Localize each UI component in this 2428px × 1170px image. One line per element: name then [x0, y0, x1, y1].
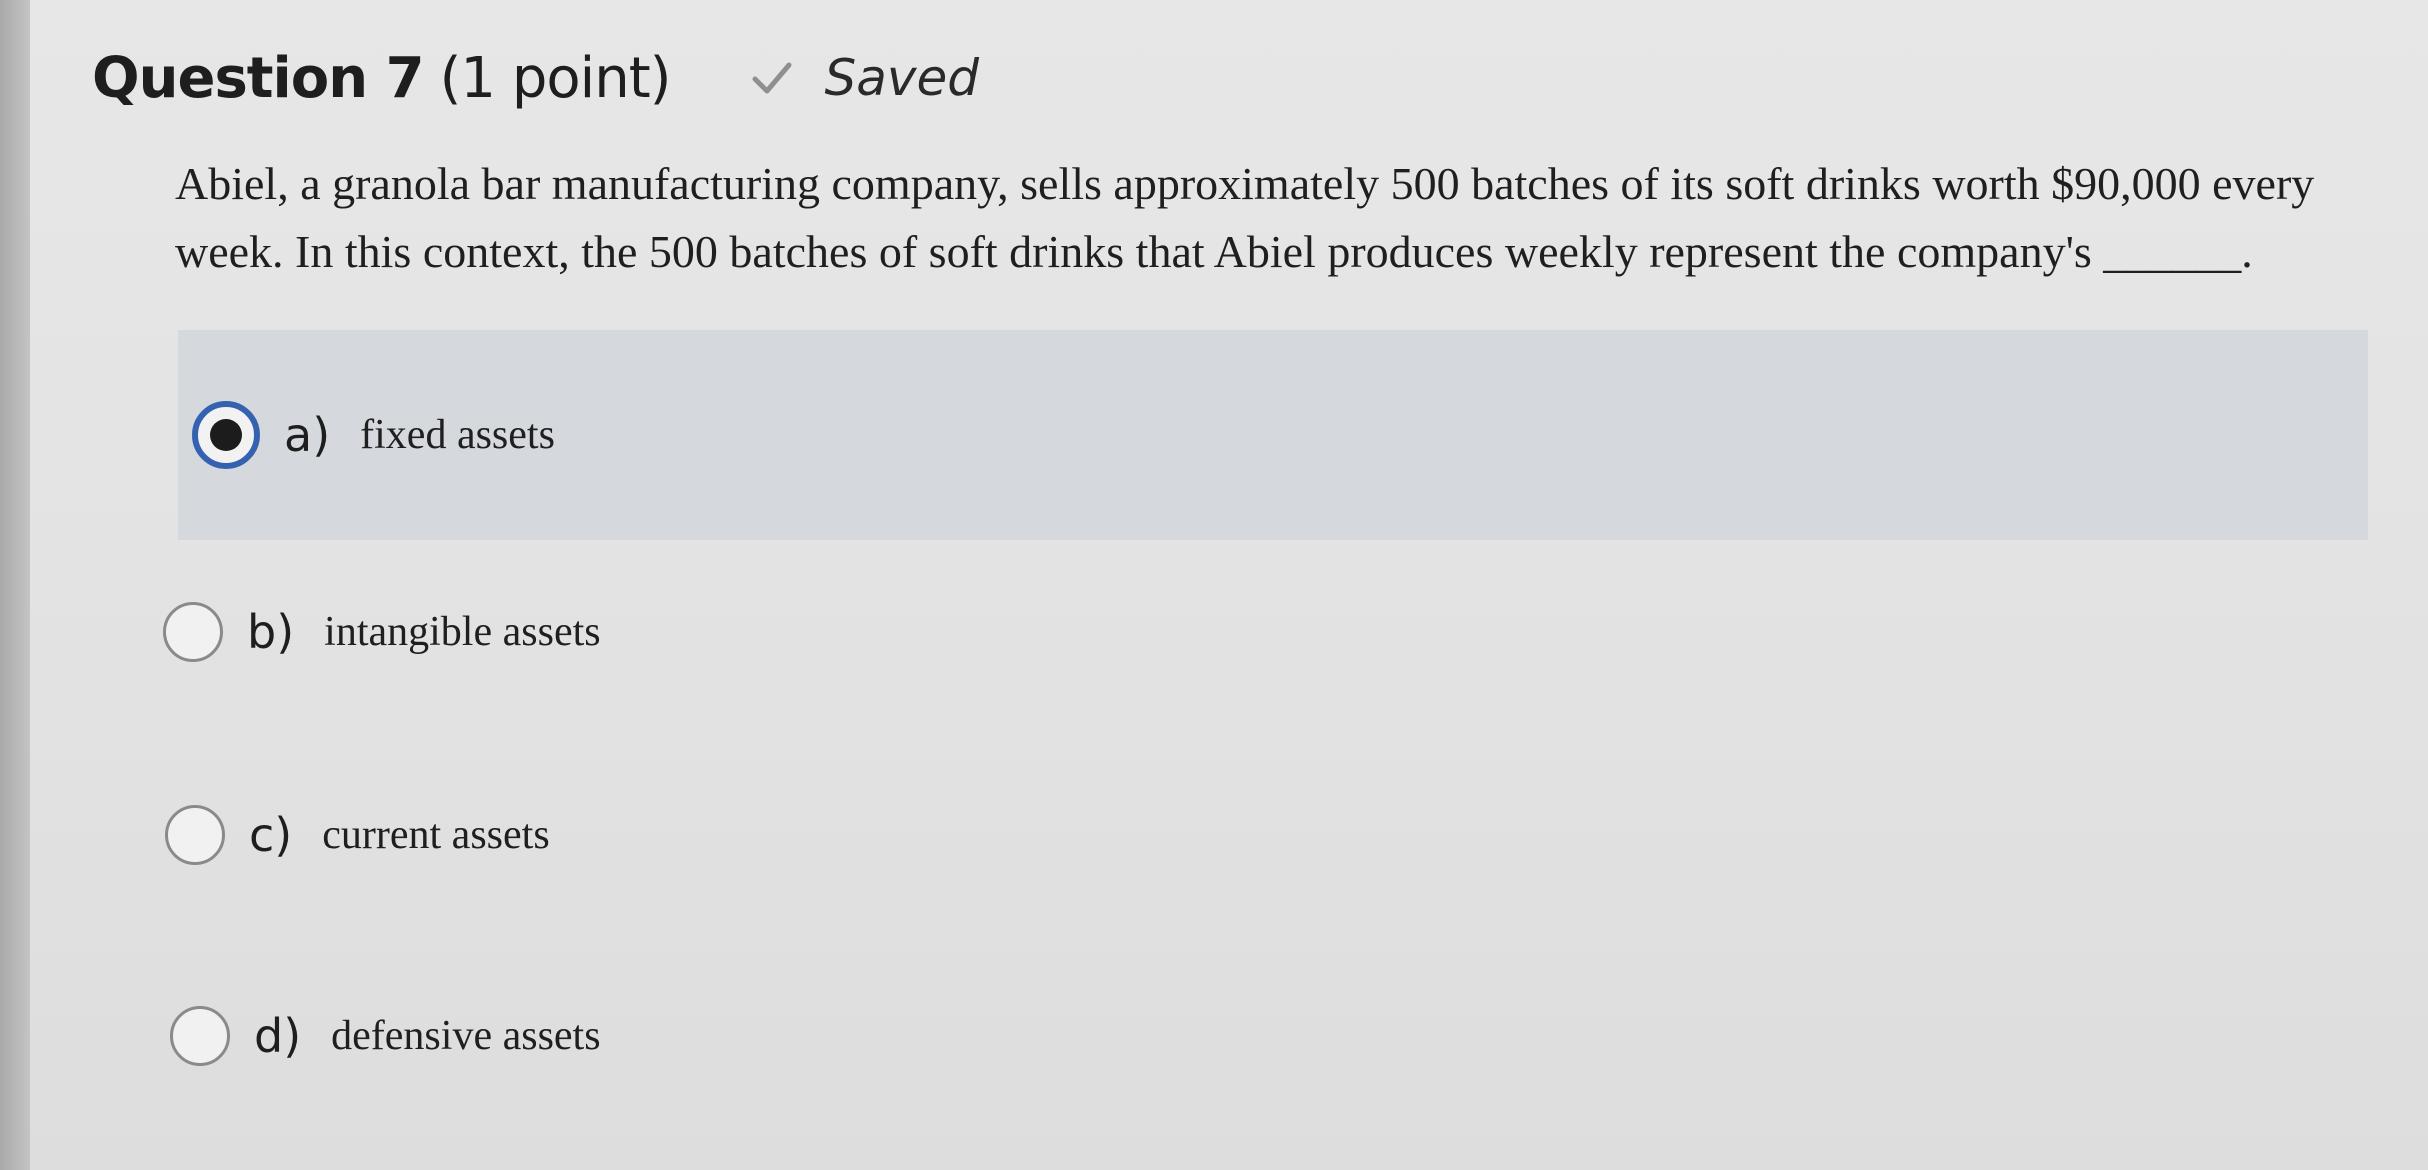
- option-letter: d): [254, 1009, 302, 1063]
- option-label[interactable]: intangible assets: [324, 608, 600, 656]
- radio-button[interactable]: [165, 805, 225, 865]
- option-letter: a): [284, 408, 331, 462]
- option-label[interactable]: defensive assets: [331, 1012, 600, 1060]
- option-letter: b): [247, 605, 295, 659]
- option-label[interactable]: current assets: [322, 811, 549, 859]
- option-b[interactable]: b) intangible assets: [163, 602, 601, 662]
- question-page: Question 7 (1 point) Saved Abiel, a gran…: [30, 0, 2428, 1170]
- saved-label: Saved: [824, 49, 979, 107]
- option-label[interactable]: fixed assets: [360, 411, 555, 459]
- check-icon: [752, 62, 792, 94]
- saved-status: Saved: [749, 49, 979, 107]
- option-d[interactable]: d) defensive assets: [170, 1006, 601, 1066]
- radio-button[interactable]: [170, 1006, 230, 1066]
- radio-button[interactable]: [163, 602, 223, 662]
- option-letter: c): [249, 808, 293, 862]
- option-a[interactable]: a) fixed assets: [178, 330, 2368, 540]
- question-title: Question 7: [92, 45, 425, 111]
- left-edge-strip: [0, 0, 30, 1170]
- option-c[interactable]: c) current assets: [165, 805, 550, 865]
- radio-button-selected[interactable]: [192, 401, 260, 469]
- question-prompt: Abiel, a granola bar manufacturing compa…: [175, 158, 2315, 277]
- radio-dot-icon: [210, 419, 242, 451]
- question-points: (1 point): [439, 45, 672, 111]
- question-header: Question 7 (1 point) Saved: [92, 38, 979, 118]
